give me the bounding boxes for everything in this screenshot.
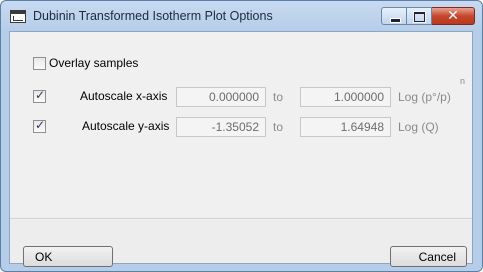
dialog-window: Dubinin Transformed Isotherm Plot Option…	[0, 0, 483, 272]
autoscale-x-label: Autoscale x-axis	[80, 89, 168, 103]
autoscale-x-checkbox[interactable]	[33, 88, 46, 103]
dialog-client-area: Overlay samples Autoscale x-axis 0.00000…	[9, 31, 473, 267]
cancel-button[interactable]: Cancel	[390, 246, 467, 267]
y-max-field[interactable]: 1.64948	[300, 117, 391, 137]
button-separator	[10, 218, 472, 219]
x-unit-label: Log (p°/p)	[398, 90, 451, 104]
autoscale-y-checkbox[interactable]	[33, 118, 46, 133]
maximize-icon	[413, 11, 426, 23]
autoscale-y-label: Autoscale y-axis	[82, 119, 170, 133]
options-panel: Overlay samples Autoscale x-axis 0.00000…	[10, 32, 472, 217]
x-min-field[interactable]: 0.000000	[176, 87, 266, 107]
minimize-icon	[390, 18, 401, 23]
window-title: Dubinin Transformed Isotherm Plot Option…	[33, 9, 273, 23]
x-max-field[interactable]: 1.000000	[300, 87, 391, 107]
caption-buttons: ✕	[381, 7, 475, 25]
ok-button[interactable]: OK	[23, 246, 113, 267]
app-window-icon	[10, 10, 26, 23]
minimize-button[interactable]	[381, 7, 407, 25]
close-icon: ✕	[447, 8, 459, 24]
y-unit-label: Log (Q)	[398, 120, 439, 134]
y-min-field[interactable]: -1.35052	[176, 117, 266, 137]
close-button[interactable]: ✕	[432, 7, 475, 25]
y-to-label: to	[273, 120, 284, 134]
overlay-samples-label: Overlay samples	[49, 56, 139, 70]
title-bar[interactable]: Dubinin Transformed Isotherm Plot Option…	[1, 1, 482, 31]
x-to-label: to	[273, 90, 284, 104]
overlay-samples-checkbox[interactable]	[33, 57, 46, 70]
x-unit-superscript: n	[460, 76, 466, 86]
maximize-button[interactable]	[407, 7, 432, 25]
